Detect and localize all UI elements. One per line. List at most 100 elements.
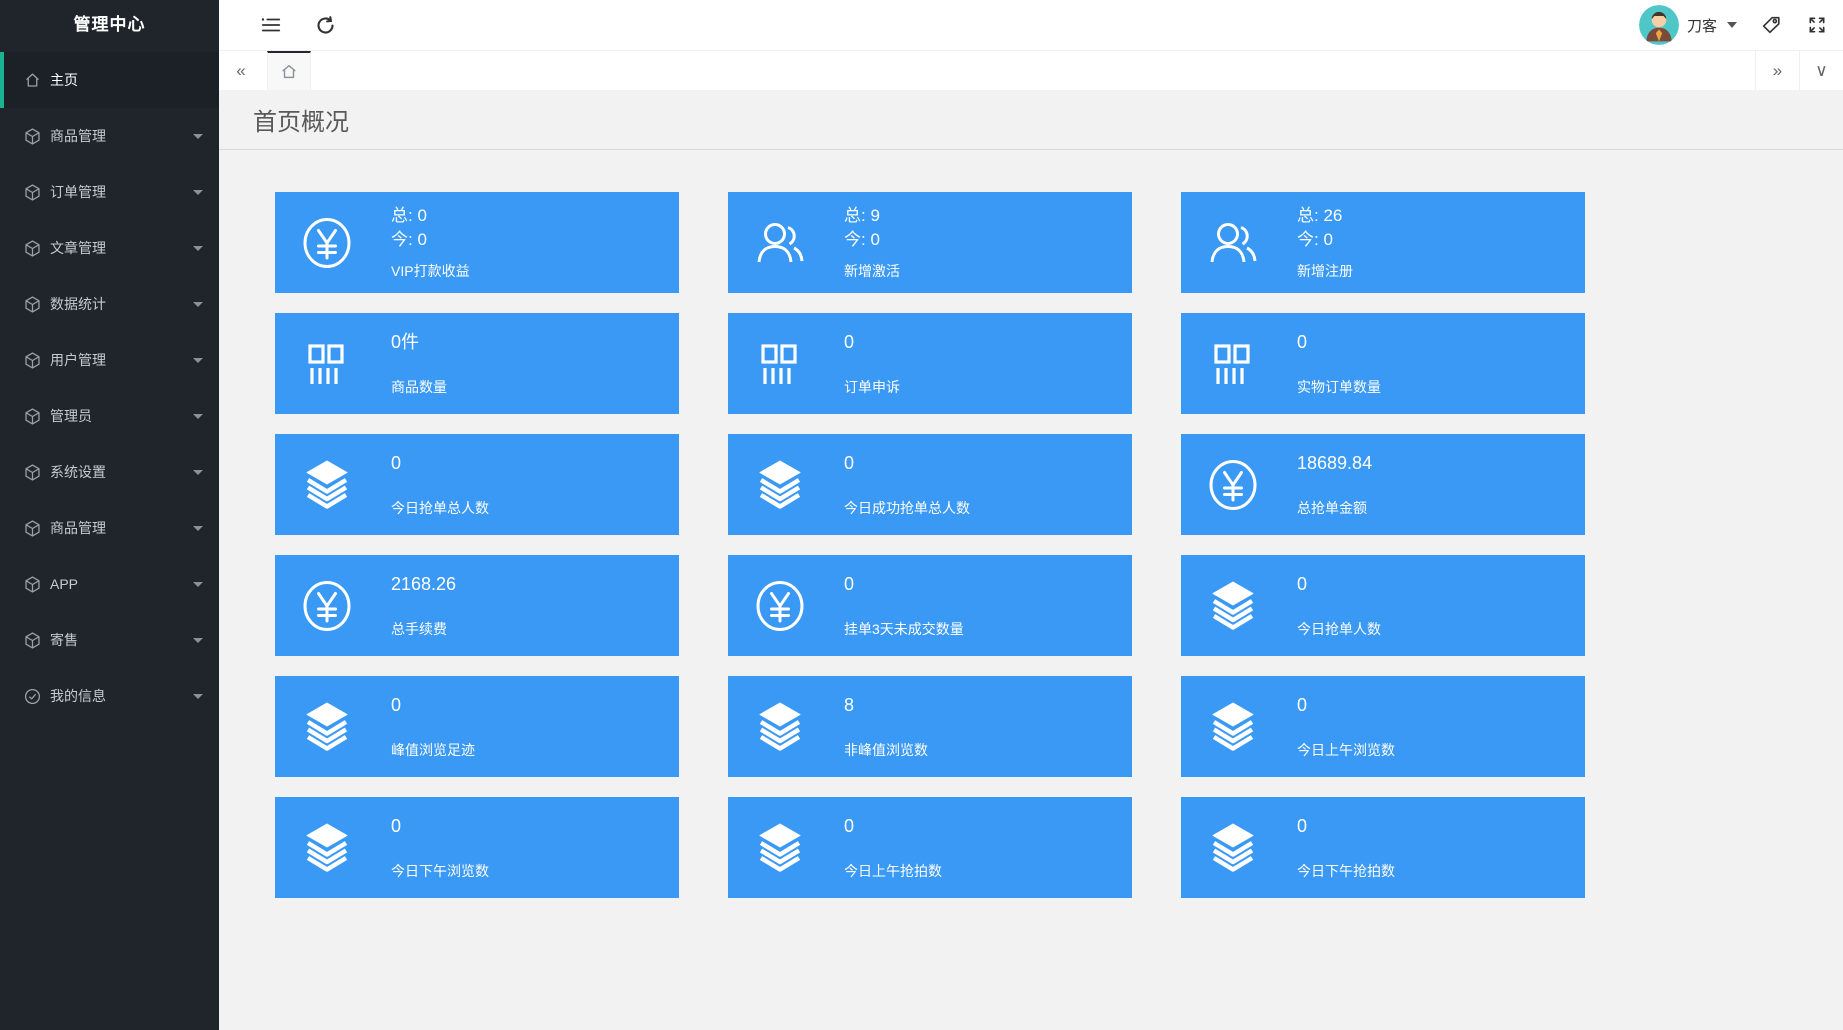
stat-card-挂单3天未成交数量: 0挂单3天未成交数量: [728, 555, 1132, 656]
tabbar: « » ∨: [219, 50, 1843, 90]
layers-icon: [752, 457, 808, 513]
sidebar: 管理中心 主页 商品管理 订单管理 文章管理 数据统计 用户管理 管理员 系统设…: [0, 0, 219, 1030]
card-label: 实物订单数量: [1297, 377, 1381, 397]
card-label: VIP打款收益: [391, 261, 470, 281]
chevron-down-icon: [193, 302, 203, 307]
layers-icon: [299, 820, 355, 876]
card-value-line: 总: 26: [1297, 204, 1353, 228]
card-label: 今日成功抢单总人数: [844, 498, 970, 518]
avatar: [1639, 5, 1679, 45]
yen-circle-icon: [1205, 457, 1261, 513]
card-label: 挂单3天未成交数量: [844, 619, 964, 639]
menu-collapse-icon[interactable]: [259, 13, 283, 37]
card-label: 总抢单金额: [1297, 498, 1372, 518]
card-label: 今日抢单人数: [1297, 619, 1381, 639]
sidebar-item-寄售[interactable]: 寄售: [0, 612, 219, 668]
layers-icon: [752, 820, 808, 876]
sidebar-item-商品管理[interactable]: 商品管理: [0, 108, 219, 164]
card-value: 8: [844, 694, 928, 716]
stat-card-实物订单数量: 0实物订单数量: [1181, 313, 1585, 414]
stat-card-VIP打款收益: 总: 0今: 0VIP打款收益: [275, 192, 679, 293]
sidebar-item-我的信息[interactable]: 我的信息: [0, 668, 219, 724]
sidebar-item-APP[interactable]: APP: [0, 556, 219, 612]
card-label: 今日下午抢拍数: [1297, 861, 1395, 881]
layers-icon: [752, 699, 808, 755]
sidebar-item-订单管理[interactable]: 订单管理: [0, 164, 219, 220]
chevron-down-icon: [193, 582, 203, 587]
page-title: 首页概况: [253, 102, 349, 137]
check-circle-icon: [24, 688, 41, 705]
topbar: 刀客: [219, 0, 1843, 50]
chevron-down-icon: [1727, 22, 1737, 28]
stat-card-峰值浏览足迹: 0峰值浏览足迹: [275, 676, 679, 777]
card-value: 0件: [391, 331, 447, 353]
card-label: 订单申诉: [844, 377, 900, 397]
cube-icon: [24, 296, 41, 313]
cube-icon: [24, 632, 41, 649]
stat-card-总手续费: 2168.26总手续费: [275, 555, 679, 656]
user-menu[interactable]: 刀客: [1639, 5, 1737, 45]
tabbar-spacer: [311, 51, 1755, 90]
goods-icon: [752, 336, 808, 392]
card-label: 商品数量: [391, 377, 447, 397]
sidebar-item-主页[interactable]: 主页: [0, 52, 219, 108]
users-icon: [752, 215, 808, 271]
sidebar-menu: 主页 商品管理 订单管理 文章管理 数据统计 用户管理 管理员 系统设置 商品管…: [0, 50, 219, 724]
tabs-scroll-right-button[interactable]: »: [1755, 51, 1799, 90]
layers-icon: [1205, 699, 1261, 755]
goods-icon: [1205, 336, 1261, 392]
stat-card-今日成功抢单总人数: 0 今日成功抢单总人数: [728, 434, 1132, 535]
sidebar-item-用户管理[interactable]: 用户管理: [0, 332, 219, 388]
layers-icon: [299, 699, 355, 755]
card-value: 0: [391, 694, 475, 716]
layers-icon: [1205, 820, 1261, 876]
chevron-down-icon: [193, 638, 203, 643]
refresh-icon[interactable]: [313, 13, 337, 37]
card-value: 0: [391, 452, 489, 474]
yen-circle-icon: [299, 578, 355, 634]
card-value: 0: [391, 815, 489, 837]
app-title: 管理中心: [0, 0, 219, 50]
chevron-down-icon: [193, 694, 203, 699]
card-value: 0: [1297, 815, 1395, 837]
stat-card-商品数量: 0件商品数量: [275, 313, 679, 414]
page-header: 首页概况: [219, 90, 1843, 150]
sidebar-item-管理员[interactable]: 管理员: [0, 388, 219, 444]
card-value: 0: [844, 815, 942, 837]
stat-card-今日下午抢拍数: 0 今日下午抢拍数: [1181, 797, 1585, 898]
chevron-down-icon: [193, 414, 203, 419]
card-value: 18689.84: [1297, 452, 1372, 474]
stat-card-今日抢单总人数: 0 今日抢单总人数: [275, 434, 679, 535]
goods-icon: [299, 336, 355, 392]
stat-card-新增激活: 总: 9今: 0新增激活: [728, 192, 1132, 293]
tabs-dropdown-button[interactable]: ∨: [1799, 51, 1843, 90]
card-value: 0: [844, 452, 970, 474]
tabs-scroll-left-button[interactable]: «: [219, 51, 263, 90]
card-label: 新增注册: [1297, 261, 1353, 281]
card-value-line: 总: 9: [844, 204, 900, 228]
sidebar-item-文章管理[interactable]: 文章管理: [0, 220, 219, 276]
chevron-down-icon: [193, 358, 203, 363]
sidebar-item-系统设置[interactable]: 系统设置: [0, 444, 219, 500]
fullscreen-icon[interactable]: [1805, 13, 1829, 37]
card-value-line: 今: 0: [844, 228, 900, 252]
stat-card-今日下午浏览数: 0 今日下午浏览数: [275, 797, 679, 898]
card-value-line: 今: 0: [1297, 228, 1353, 252]
card-value: 0: [1297, 573, 1381, 595]
username: 刀客: [1687, 15, 1717, 36]
cube-icon: [24, 464, 41, 481]
cube-icon: [24, 128, 41, 145]
chevron-down-icon: [193, 134, 203, 139]
sidebar-item-商品管理[interactable]: 商品管理: [0, 500, 219, 556]
card-label: 今日上午抢拍数: [844, 861, 942, 881]
card-label: 今日抢单总人数: [391, 498, 489, 518]
sidebar-item-数据统计[interactable]: 数据统计: [0, 276, 219, 332]
card-label: 今日上午浏览数: [1297, 740, 1395, 760]
card-label: 今日下午浏览数: [391, 861, 489, 881]
cube-icon: [24, 520, 41, 537]
tab-home[interactable]: [267, 51, 311, 90]
tag-icon[interactable]: [1759, 13, 1783, 37]
layers-icon: [299, 457, 355, 513]
card-value-line: 今: 0: [391, 228, 470, 252]
chevron-down-icon: [193, 190, 203, 195]
